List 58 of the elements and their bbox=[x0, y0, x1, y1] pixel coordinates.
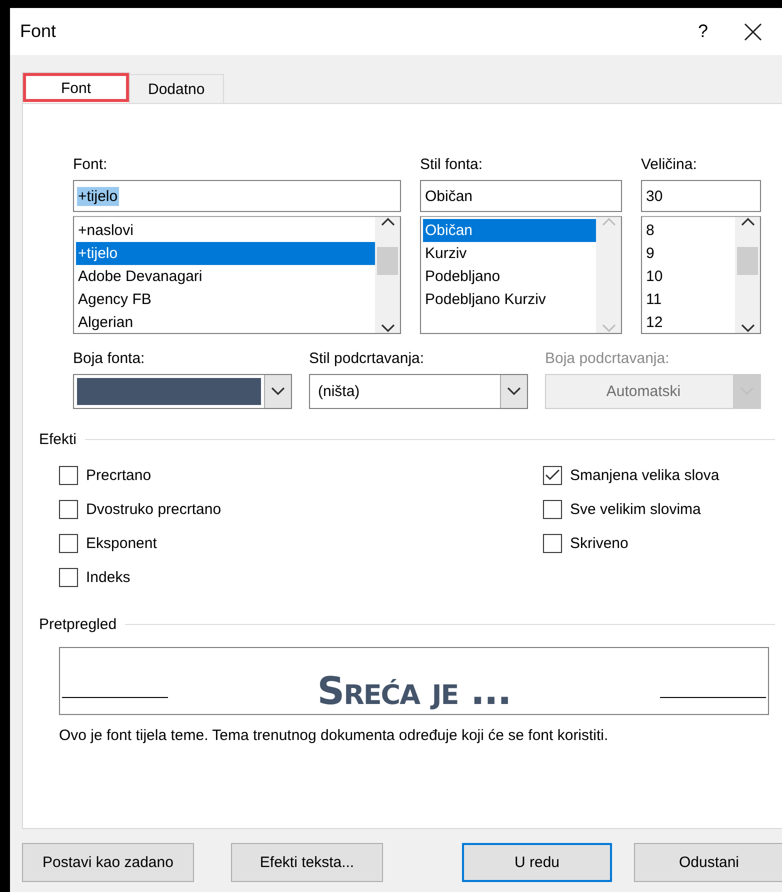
group-title: Pretpregled bbox=[39, 616, 117, 633]
list-item[interactable]: 11 bbox=[644, 288, 735, 311]
checkbox[interactable] bbox=[59, 500, 78, 518]
input-field[interactable]: +tijelo bbox=[73, 180, 401, 212]
list-item[interactable]: Kurziv bbox=[423, 242, 596, 265]
checkbox[interactable] bbox=[543, 466, 562, 484]
field-label: Font: bbox=[73, 156, 108, 173]
dialog-button[interactable]: U redu bbox=[462, 843, 612, 882]
scroll-up-icon[interactable] bbox=[740, 217, 754, 226]
list-item[interactable]: +naslovi bbox=[76, 219, 375, 242]
dialog-button[interactable]: Odustani bbox=[634, 843, 782, 882]
close-icon[interactable] bbox=[744, 22, 762, 40]
checkbox-label: Dvostruko precrtano bbox=[86, 500, 222, 518]
checkbox[interactable] bbox=[59, 534, 78, 552]
checkbox-label: Sve velikim slovima bbox=[570, 500, 701, 518]
scroll-down-icon[interactable] bbox=[740, 324, 754, 333]
field-label: Stil podcrtavanja: bbox=[309, 350, 426, 367]
checkbox[interactable] bbox=[59, 466, 78, 484]
checkbox[interactable] bbox=[543, 500, 562, 518]
field-label: Veličina: bbox=[641, 156, 698, 173]
list-item[interactable]: Podebljano Kurziv bbox=[423, 288, 596, 311]
dialog-button[interactable]: Efekti teksta... bbox=[231, 843, 383, 882]
window-title: Font bbox=[20, 21, 58, 42]
checkbox[interactable] bbox=[543, 534, 562, 552]
group-title: Efekti bbox=[39, 431, 77, 448]
field-label: Boja fonta: bbox=[73, 350, 146, 367]
list-item[interactable]: Algerian bbox=[76, 311, 375, 334]
checkbox-label: Indeks bbox=[86, 568, 130, 586]
scroll-up-icon[interactable] bbox=[380, 217, 394, 226]
tab[interactable]: Font bbox=[22, 72, 130, 103]
checkbox-label: Skriveno bbox=[570, 534, 628, 552]
input-field[interactable]: 30 bbox=[641, 180, 761, 212]
tab[interactable]: Dodatno bbox=[129, 74, 224, 103]
list-item[interactable]: Agency FB bbox=[76, 288, 375, 311]
list-item[interactable]: Običan bbox=[423, 219, 596, 242]
list-item[interactable]: 10 bbox=[644, 265, 735, 288]
list-item[interactable]: Podebljano bbox=[423, 265, 596, 288]
list-item[interactable]: 8 bbox=[644, 219, 735, 242]
list-item[interactable]: Adobe Devanagari bbox=[76, 265, 375, 288]
help-button[interactable]: ? bbox=[678, 12, 728, 52]
list-item[interactable]: 12 bbox=[644, 311, 735, 334]
preview-sample: Sreća je ... bbox=[317, 672, 511, 710]
field-label: Stil fonta: bbox=[420, 156, 484, 173]
checkbox-label: Eksponent bbox=[86, 534, 157, 552]
dropdown[interactable]: (ništa) bbox=[309, 374, 528, 409]
list-item[interactable]: +tijelo bbox=[76, 242, 375, 265]
checkbox-label: Precrtano bbox=[86, 466, 152, 484]
checkbox[interactable] bbox=[59, 568, 78, 586]
preview-note: Ovo je font tijela teme. Tema trenutnog dokumenta određuje koji će se font koristiti. bbox=[59, 727, 610, 744]
checkbox-label: Smanjena velika slova bbox=[570, 466, 720, 484]
list-item[interactable]: 9 bbox=[644, 242, 735, 265]
dialog-button[interactable]: Postavi kao zadano bbox=[22, 843, 194, 882]
input-field[interactable]: Običan bbox=[420, 180, 622, 212]
scroll-thumb[interactable] bbox=[737, 247, 758, 275]
scroll-thumb[interactable] bbox=[377, 247, 398, 275]
field-label: Boja podcrtavanja: bbox=[545, 350, 670, 367]
color-dropdown[interactable] bbox=[73, 374, 292, 409]
scroll-down-icon[interactable] bbox=[380, 324, 394, 333]
